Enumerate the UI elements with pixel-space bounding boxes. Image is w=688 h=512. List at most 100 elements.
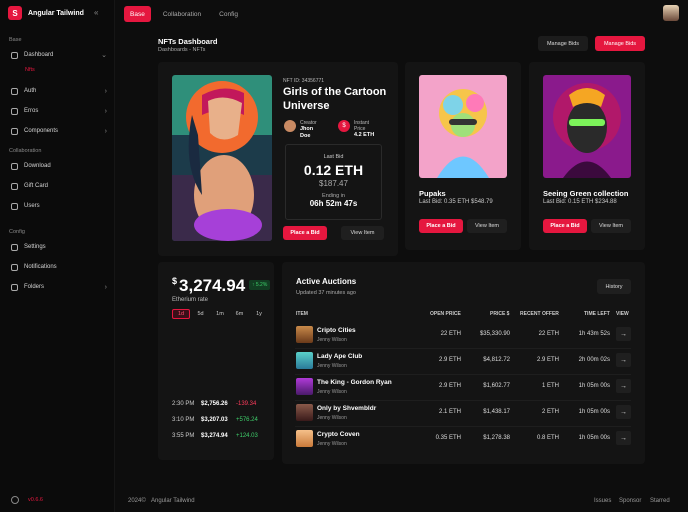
item-user: Jenny Wilson bbox=[317, 441, 347, 447]
creator-name[interactable]: Jhon Doe bbox=[300, 126, 322, 140]
time-left: 2h 00m 02s bbox=[578, 357, 610, 363]
error-icon bbox=[11, 107, 18, 115]
price-history-row: 2:30 PM $2,756.26 -139.34 bbox=[172, 401, 257, 407]
item-name[interactable]: The King - Gordon Ryan bbox=[317, 379, 392, 386]
instant-price-value: 4.2 ETH bbox=[354, 132, 375, 138]
sidebar-subitem-nfts[interactable]: Nfts bbox=[25, 67, 35, 73]
page-title: NFTs Dashboard bbox=[158, 37, 218, 46]
info-icon[interactable] bbox=[11, 496, 19, 504]
place-bid-button[interactable]: Place a Bid bbox=[283, 226, 327, 240]
place-bid-button[interactable]: Place a Bid bbox=[419, 219, 463, 233]
brand-logo[interactable]: S Angular Tailwind bbox=[8, 6, 84, 20]
recent-offer: 22 ETH bbox=[538, 331, 559, 337]
user-avatar[interactable] bbox=[663, 5, 679, 21]
brand-name: Angular Tailwind bbox=[28, 9, 84, 17]
item-name[interactable]: Lady Ape Club bbox=[317, 353, 362, 360]
download-icon bbox=[11, 162, 18, 170]
item-user: Jenny Wilson bbox=[317, 363, 347, 369]
time-left: 1h 43m 52s bbox=[578, 331, 610, 337]
chevron-right-icon: › bbox=[104, 283, 107, 291]
sidebar-item-erros[interactable]: Erros › bbox=[11, 105, 107, 117]
sidebar-item-dashboard[interactable]: Dashboard ⌄ bbox=[11, 49, 107, 61]
eth-rate-label: Etherium rate bbox=[172, 297, 209, 303]
lock-icon bbox=[11, 87, 18, 95]
version-label: v0.6.6 bbox=[28, 497, 43, 503]
item-name[interactable]: Only by Shvembldr bbox=[317, 405, 376, 412]
item-thumbnail bbox=[296, 404, 313, 421]
section-title-collaboration: Collaboration bbox=[9, 148, 42, 154]
last-bid-usd: $187.47 bbox=[319, 179, 348, 188]
item-name[interactable]: Cripto Cities bbox=[317, 327, 356, 334]
range-5d[interactable]: 5d bbox=[192, 309, 210, 319]
card-last-bid-seeing-green: Last Bid: 0.15 ETH $234.88 bbox=[543, 199, 617, 205]
recent-offer: 0.8 ETH bbox=[536, 435, 559, 441]
instant-price-block: $ Instant Price 4.2 ETH bbox=[338, 120, 380, 139]
manage-bids-primary-button[interactable]: Manage Bids bbox=[595, 36, 645, 51]
auctions-updated: Updated 37 minutes ago bbox=[296, 290, 356, 296]
item-user: Jenny Wilson bbox=[317, 337, 347, 343]
price-usd: $1,278.38 bbox=[483, 435, 510, 441]
nft-title: Girls of the Cartoon Universe bbox=[283, 86, 387, 112]
view-arrow-button[interactable]: → bbox=[616, 405, 631, 419]
col-header-recent-offer: RECENT OFFER bbox=[520, 311, 559, 317]
time-left: 1h 05m 00s bbox=[578, 383, 610, 389]
view-arrow-button[interactable]: → bbox=[616, 327, 631, 341]
breadcrumb[interactable]: Dashboards - NFTs bbox=[158, 47, 205, 53]
tab-config[interactable]: Config bbox=[213, 6, 244, 22]
footer-link-sponsor[interactable]: Sponsor bbox=[619, 498, 641, 504]
sidebar-item-components[interactable]: Components › bbox=[11, 125, 107, 137]
last-bid-box: Last Bid 0.12 ETH $187.47 Ending in 06h … bbox=[285, 144, 382, 220]
price-usd: $35,330.90 bbox=[479, 331, 510, 337]
range-1d[interactable]: 1d bbox=[172, 309, 190, 319]
item-thumbnail bbox=[296, 352, 313, 369]
item-name[interactable]: Crypto Coven bbox=[317, 431, 360, 438]
tab-collaboration[interactable]: Collaboration bbox=[157, 6, 207, 22]
range-selector: 1d 5d 1m 6m 1y bbox=[172, 309, 270, 319]
range-6m[interactable]: 6m bbox=[231, 309, 249, 319]
view-arrow-button[interactable]: → bbox=[616, 353, 631, 367]
eth-change-badge: ↑ 5.2% bbox=[249, 280, 271, 290]
featured-nft-image bbox=[172, 75, 272, 241]
sidebar-item-download[interactable]: Download bbox=[11, 160, 107, 172]
sidebar-item-folders[interactable]: Folders › bbox=[11, 281, 107, 293]
recent-offer: 1 ETH bbox=[541, 383, 559, 389]
table-row: Cripto Cities Jenny Wilson 22 ETH $35,33… bbox=[295, 323, 631, 348]
card-title-seeing-green: Seeing Green collection bbox=[543, 189, 629, 198]
section-title-base: Base bbox=[9, 37, 22, 43]
tab-base[interactable]: Base bbox=[124, 6, 151, 22]
footer-link-issues[interactable]: Issues bbox=[594, 498, 611, 504]
item-user: Jenny Wilson bbox=[317, 415, 347, 421]
sidebar-item-auth[interactable]: Auth › bbox=[11, 85, 107, 97]
sidebar-item-notifications[interactable]: Notifications bbox=[11, 261, 107, 273]
place-bid-button[interactable]: Place a Bid bbox=[543, 219, 587, 233]
manage-bids-secondary-button[interactable]: Manage Bids bbox=[538, 36, 588, 51]
footer-link-starred[interactable]: Starred bbox=[650, 498, 670, 504]
view-item-button[interactable]: View Item bbox=[341, 226, 384, 240]
recent-offer: 2.9 ETH bbox=[536, 357, 559, 363]
table-row: The King - Gordon Ryan Jenny Wilson 2.9 … bbox=[295, 375, 631, 400]
view-arrow-button[interactable]: → bbox=[616, 431, 631, 445]
sidebar-item-settings[interactable]: Settings bbox=[11, 241, 107, 253]
view-arrow-button[interactable]: → bbox=[616, 379, 631, 393]
view-item-button[interactable]: View Item bbox=[591, 219, 631, 233]
table-row: Lady Ape Club Jenny Wilson 2.9 ETH $4,81… bbox=[295, 349, 631, 374]
item-user: Jenny Wilson bbox=[317, 389, 347, 395]
currency-symbol: $ bbox=[172, 276, 178, 286]
col-header-view: VIEW bbox=[616, 311, 629, 317]
open-price: 22 ETH bbox=[440, 331, 461, 337]
item-thumbnail bbox=[296, 378, 313, 395]
history-button[interactable]: History bbox=[597, 279, 631, 294]
range-1m[interactable]: 1m bbox=[211, 309, 229, 319]
seeing-green-image bbox=[543, 75, 631, 178]
chevron-down-icon: ⌄ bbox=[101, 52, 107, 59]
last-bid-eth: 0.12 ETH bbox=[303, 162, 364, 178]
footer-brand-link[interactable]: Angular Tailwind bbox=[151, 498, 195, 504]
sidebar-item-gift-card[interactable]: Gift Card bbox=[11, 180, 107, 192]
range-1y[interactable]: 1y bbox=[250, 309, 268, 319]
view-item-button[interactable]: View Item bbox=[467, 219, 507, 233]
col-header-price: PRICE $ bbox=[490, 311, 510, 317]
collapse-sidebar-icon[interactable]: « bbox=[94, 8, 98, 17]
sidebar-item-users[interactable]: Users bbox=[11, 200, 107, 212]
gear-icon bbox=[11, 243, 18, 251]
auctions-title: Active Auctions bbox=[296, 277, 357, 286]
